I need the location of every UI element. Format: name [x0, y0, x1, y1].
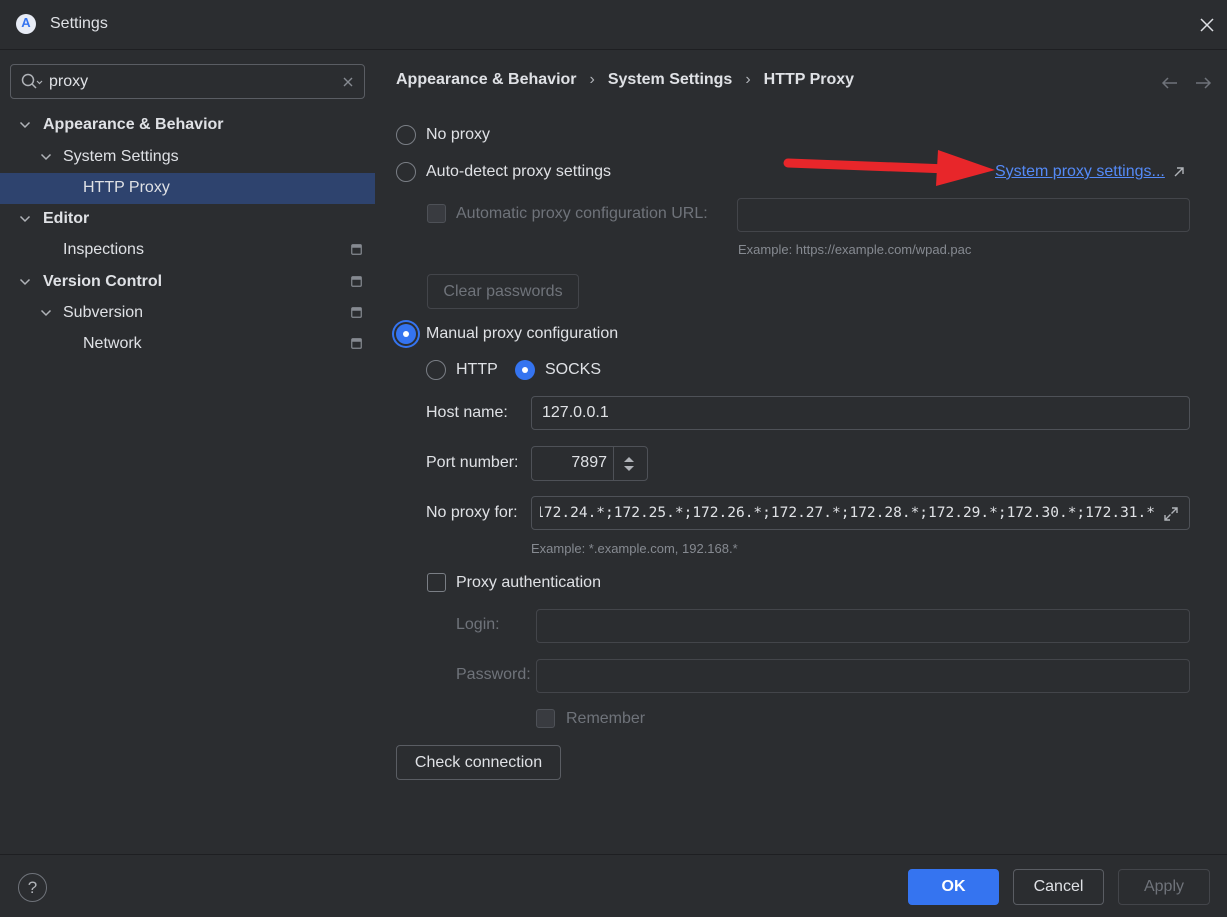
- apply-button[interactable]: Apply: [1118, 869, 1210, 905]
- auto-detect-radio[interactable]: [396, 162, 416, 182]
- chevron-down-icon[interactable]: [40, 307, 52, 319]
- no-proxy-for-text: 172.24.*;172.25.*;172.26.*;172.27.*;172.…: [540, 505, 1155, 521]
- socks-radio[interactable]: [515, 360, 535, 380]
- manual-proxy-radio[interactable]: [396, 324, 416, 344]
- chevron-down-icon[interactable]: [19, 119, 31, 131]
- no-proxy-label[interactable]: No proxy: [426, 126, 490, 144]
- breadcrumb-item-current: HTTP Proxy: [763, 71, 855, 88]
- no-proxy-for-example: Example: *.example.com, 192.168.*: [531, 541, 738, 556]
- login-field[interactable]: [536, 609, 1190, 643]
- app-logo-icon: A: [16, 14, 36, 34]
- auto-config-url-field[interactable]: [737, 198, 1190, 232]
- search-input[interactable]: [49, 71, 329, 93]
- tree-item-appearance-behavior[interactable]: Appearance & Behavior: [0, 110, 375, 141]
- window-title: Settings: [50, 15, 108, 32]
- tree-label: Version Control: [43, 273, 163, 290]
- settings-content: Appearance & Behavior › System Settings › HT…: [375, 51, 1227, 854]
- login-label: Login:: [456, 616, 500, 633]
- project-scope-icon: [351, 244, 362, 255]
- back-arrow-icon[interactable]: [1159, 74, 1181, 92]
- tree-label: Appearance & Behavior: [43, 116, 224, 133]
- project-scope-icon: [351, 338, 362, 349]
- password-input[interactable]: [537, 660, 1189, 692]
- password-field[interactable]: [536, 659, 1190, 693]
- tree-label: Editor: [43, 210, 90, 227]
- socks-label[interactable]: SOCKS: [545, 361, 601, 379]
- system-proxy-settings-link[interactable]: System proxy settings...: [995, 163, 1165, 181]
- app-logo-letter: A: [21, 15, 31, 30]
- title-bar: A Settings: [0, 0, 1227, 50]
- http-radio[interactable]: [426, 360, 446, 380]
- tree-item-editor[interactable]: Editor: [0, 204, 375, 235]
- proxy-auth-checkbox[interactable]: [427, 573, 446, 592]
- ok-button[interactable]: OK: [908, 869, 999, 905]
- login-input[interactable]: [537, 610, 1189, 642]
- port-number-value[interactable]: 7897: [532, 454, 607, 472]
- breadcrumb-item[interactable]: System Settings: [608, 71, 732, 88]
- chevron-down-icon[interactable]: [40, 151, 52, 163]
- tree-label: Network: [83, 335, 142, 352]
- tree-item-network[interactable]: Network: [0, 329, 375, 360]
- tree-item-inspections[interactable]: Inspections: [0, 235, 375, 266]
- annotation-arrow-icon: [783, 150, 995, 186]
- host-name-field[interactable]: [531, 396, 1190, 430]
- tree-item-http-proxy[interactable]: HTTP Proxy: [0, 173, 375, 204]
- breadcrumb-item[interactable]: Appearance & Behavior: [396, 71, 577, 88]
- breadcrumb: Appearance & Behavior › System Settings › HT…: [396, 71, 854, 89]
- tree-label: Inspections: [63, 241, 144, 258]
- help-icon[interactable]: ?: [18, 873, 47, 902]
- auto-config-url-input[interactable]: [738, 199, 1189, 231]
- password-label: Password:: [456, 666, 531, 683]
- project-scope-icon: [351, 307, 362, 318]
- tree-item-system-settings[interactable]: System Settings: [0, 142, 375, 173]
- tree-label: Subversion: [63, 304, 144, 321]
- auto-config-url-checkbox[interactable]: [427, 204, 446, 223]
- search-box[interactable]: [10, 64, 365, 99]
- host-name-input[interactable]: [532, 397, 1189, 429]
- chevron-down-icon[interactable]: [19, 276, 31, 288]
- tree-label: HTTP Proxy: [83, 179, 170, 196]
- remember-checkbox[interactable]: [536, 709, 555, 728]
- project-scope-icon: [351, 276, 362, 287]
- manual-proxy-label[interactable]: Manual proxy configuration: [426, 325, 618, 343]
- auto-config-url-label: Automatic proxy configuration URL:: [456, 205, 708, 222]
- search-icon[interactable]: [21, 73, 43, 91]
- spinner-divider: [613, 447, 614, 480]
- no-proxy-for-label: No proxy for:: [426, 504, 518, 521]
- clear-passwords-button[interactable]: Clear passwords: [427, 274, 579, 309]
- expand-icon[interactable]: [1162, 505, 1180, 523]
- port-number-label: Port number:: [426, 454, 519, 471]
- http-label[interactable]: HTTP: [456, 361, 498, 379]
- check-connection-button[interactable]: Check connection: [396, 745, 561, 780]
- proxy-auth-label[interactable]: Proxy authentication: [456, 574, 601, 592]
- cancel-button[interactable]: Cancel: [1013, 869, 1104, 905]
- tree-item-subversion[interactable]: Subversion: [0, 298, 375, 329]
- tree-item-version-control[interactable]: Version Control: [0, 267, 375, 298]
- spinner-icon[interactable]: [621, 454, 637, 474]
- close-icon[interactable]: [1196, 14, 1218, 36]
- host-name-label: Host name:: [426, 404, 508, 421]
- settings-sidebar: Appearance & Behavior System Settings HT…: [0, 51, 375, 854]
- clear-icon[interactable]: [339, 73, 357, 91]
- no-proxy-for-field[interactable]: 172.24.*;172.25.*;172.26.*;172.27.*;172.…: [531, 496, 1190, 530]
- auto-config-url-example: Example: https://example.com/wpad.pac: [738, 242, 972, 257]
- breadcrumb-separator: ›: [745, 71, 751, 88]
- no-proxy-radio[interactable]: [396, 125, 416, 145]
- remember-label: Remember: [566, 710, 646, 727]
- tree-label: System Settings: [63, 148, 179, 165]
- external-link-icon[interactable]: [1172, 165, 1186, 179]
- auto-detect-label[interactable]: Auto-detect proxy settings: [426, 163, 611, 181]
- forward-arrow-icon[interactable]: [1192, 74, 1214, 92]
- chevron-down-icon[interactable]: [19, 213, 31, 225]
- port-number-spinner[interactable]: 7897: [531, 446, 648, 481]
- dialog-footer: ? OK Cancel Apply: [0, 854, 1227, 917]
- breadcrumb-separator: ›: [589, 71, 595, 88]
- no-proxy-for-value[interactable]: 172.24.*;172.25.*;172.26.*;172.27.*;172.…: [540, 505, 1155, 521]
